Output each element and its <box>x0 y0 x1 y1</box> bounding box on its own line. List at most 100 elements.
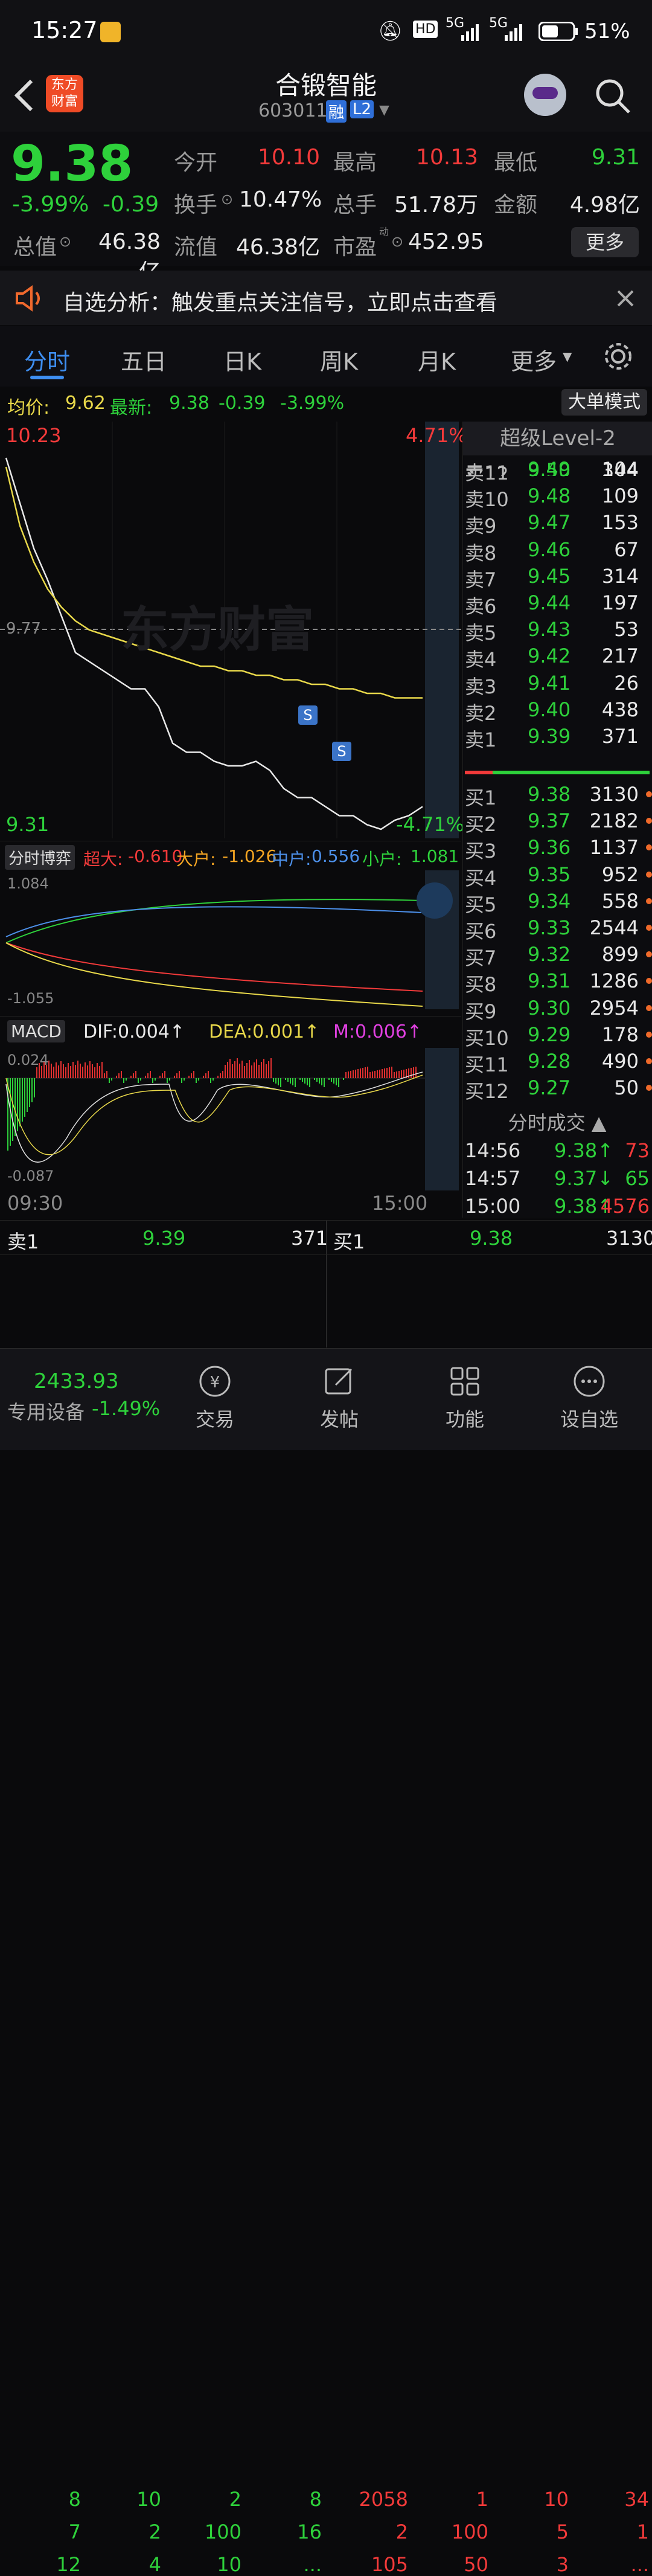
app-logo: 东方 财富 <box>46 75 83 112</box>
tab-week-k[interactable]: 周K <box>320 343 358 376</box>
macd-bar <box>63 1064 64 1078</box>
macd-bar <box>355 1070 356 1078</box>
macd-bar <box>210 1078 211 1083</box>
latest-value: 9.38 <box>169 393 209 414</box>
trade-time: 14:57 <box>465 1167 521 1190</box>
macd-bar <box>179 1071 180 1078</box>
tab-intraday[interactable]: 分时 <box>24 343 70 376</box>
queue-cell: ... <box>630 2553 649 2576</box>
index-ticker[interactable]: 2433.93 专用设备 -1.49% <box>0 1349 160 1450</box>
queue-cell: 5 <box>556 2520 569 2543</box>
more-button[interactable]: 更多 <box>571 227 639 257</box>
macd-bar <box>56 1062 57 1078</box>
macd-bar <box>51 1064 52 1078</box>
macd-selector[interactable]: MACD <box>7 1020 65 1042</box>
info-icon[interactable]: ⊙ <box>221 191 233 208</box>
flow-selector[interactable]: 分时博弈 <box>5 845 75 870</box>
queue-cell: 1 <box>636 2520 649 2543</box>
macd-bar <box>227 1062 228 1078</box>
buy-level-row: 买3 9.36 1137 <box>465 836 652 862</box>
sell-level-price: 9.46 <box>528 538 571 561</box>
macd-bar <box>58 1065 59 1078</box>
trade-price: 9.38↑ <box>554 1139 614 1162</box>
sell-marker-icon[interactable]: S <box>298 705 318 725</box>
tab-five-day[interactable]: 五日 <box>121 343 167 376</box>
macd-bar <box>75 1065 76 1078</box>
sell-level-label: 卖11 <box>465 461 509 484</box>
macd-bar <box>46 1065 47 1078</box>
macd-bar <box>82 1067 83 1078</box>
caret-down-icon[interactable]: ▼ <box>379 103 389 118</box>
sell-level-row: 卖7 9.45 314 <box>465 565 652 591</box>
macd-bar <box>256 1059 257 1078</box>
macd-bar <box>145 1076 146 1078</box>
chevron-left-icon[interactable] <box>12 77 36 114</box>
status-time: 15:27 <box>31 17 98 43</box>
robot-avatar-icon[interactable] <box>524 74 566 116</box>
chart-mid-price: 9.77 <box>6 620 41 638</box>
dot-icon <box>646 791 652 797</box>
nav-add-watchlist[interactable]: 设自选 <box>541 1363 638 1432</box>
signal-banner[interactable]: 自选分析：触发重点关注信号，立即点击查看 <box>0 271 652 325</box>
queue-cell: 16 <box>297 2520 322 2543</box>
tab-more[interactable]: 更多 <box>511 343 557 376</box>
gear-icon[interactable] <box>602 341 634 372</box>
info-icon[interactable]: ⊙ <box>391 233 403 250</box>
search-icon[interactable] <box>594 77 633 116</box>
nav-trade[interactable]: ¥ 交易 <box>167 1363 263 1432</box>
sell-marker-icon[interactable]: S <box>332 742 351 761</box>
macd-bar <box>396 1071 397 1078</box>
buy-level-row: 买12 9.27 50 <box>465 1076 652 1103</box>
macd-bar <box>239 1064 240 1078</box>
macd-bar <box>270 1058 272 1078</box>
tab-day-k[interactable]: 日K <box>223 343 261 376</box>
macd-bar <box>336 1078 337 1085</box>
volume-label: 总手 <box>333 193 377 217</box>
sell-level-label: 卖4 <box>465 648 497 672</box>
buy-level-price: 9.27 <box>528 1076 571 1100</box>
macd-bar <box>314 1078 315 1080</box>
nav-functions[interactable]: 功能 <box>417 1363 513 1432</box>
sell-level-label: 卖6 <box>465 595 497 618</box>
macd-bar <box>22 1078 23 1122</box>
macd-bar <box>53 1067 54 1078</box>
macd-bar <box>382 1069 383 1078</box>
macd-bar <box>118 1073 120 1078</box>
macd-bar <box>123 1078 124 1083</box>
macd-bar <box>217 1076 219 1078</box>
pe-label: 市盈 <box>333 235 377 260</box>
buy-level-volume: 558 <box>601 889 639 913</box>
tab-month-k[interactable]: 月K <box>418 343 456 376</box>
sell-level-label: 卖10 <box>465 488 509 512</box>
stock-name: 合锻智能 <box>275 71 377 100</box>
queue-sell-vol: 371 <box>291 1227 328 1250</box>
macd-bar <box>203 1076 204 1078</box>
expand-icon[interactable] <box>417 882 453 919</box>
queue-cell: 7 <box>68 2520 81 2543</box>
macd-bar <box>302 1078 303 1082</box>
macd-panel: MACD DIF:0.004↑ DEA:0.001↑ M:0.006↑ 0.02… <box>0 1016 461 1218</box>
nav-post[interactable]: 发帖 <box>291 1363 388 1432</box>
close-icon[interactable] <box>616 289 635 308</box>
buy-level-volume: 1137 <box>589 836 639 859</box>
sell-level-price: 9.42 <box>528 644 571 668</box>
info-icon[interactable]: ⊙ <box>59 233 71 250</box>
big-order-mode-button[interactable]: 大单模式 <box>561 389 647 416</box>
latest-pct: -3.99% <box>280 393 345 414</box>
sell-level-price: 9.44 <box>528 591 571 614</box>
price-info-bar: 均价: 9.62 最新: 9.38 -0.39 -3.99% 大单模式 <box>0 387 652 420</box>
buy-level-row: 买9 9.30 2954 <box>465 997 652 1023</box>
index-value: 2433.93 <box>34 1369 119 1393</box>
quote-panel: 9.38 -3.99% -0.39 今开 10.10 最高 10.13 最低 9… <box>0 132 652 284</box>
macd-bar <box>147 1073 149 1078</box>
macd-bar <box>196 1078 197 1083</box>
intraday-chart[interactable]: 东方财富 10.23 4.71% 9.77 9.31 -4.71% S S <box>0 422 467 838</box>
macd-bar <box>104 1073 105 1078</box>
macd-bar <box>261 1062 262 1078</box>
super-value: -0.610 <box>128 846 183 866</box>
queue-cell: 105 <box>371 2553 408 2576</box>
trade-price: 9.37↓ <box>554 1167 614 1190</box>
macd-bar <box>316 1078 318 1082</box>
yen-icon: ¥ <box>199 1366 231 1397</box>
low-value: 9.31 <box>591 145 640 170</box>
